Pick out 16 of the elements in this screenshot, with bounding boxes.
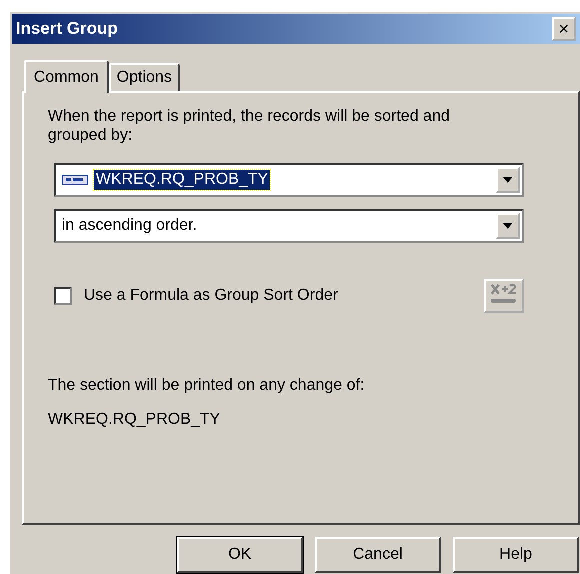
close-button[interactable]: × <box>552 17 576 41</box>
dialog-button[interactable]: Help <box>453 537 579 573</box>
summary-value: WKREQ.RQ_PROB_TY <box>48 411 222 429</box>
dialog-button[interactable]: OK <box>177 537 303 573</box>
formula-button[interactable] <box>484 279 524 313</box>
field-dropdown[interactable]: WKREQ.RQ_PROB_TY <box>54 163 524 197</box>
field-icon <box>62 175 88 185</box>
tab[interactable]: Common <box>24 60 109 93</box>
instruction-text: When the report is printed, the records will be sorted and grouped by: <box>48 107 451 145</box>
dialog-button[interactable]: Cancel <box>315 537 441 573</box>
tab[interactable]: Options <box>108 63 180 91</box>
checkbox-label[interactable]: Use a Formula as Group Sort Order <box>84 287 338 305</box>
order-dropdown[interactable]: in ascending order. <box>54 209 524 243</box>
window-title: Insert Group <box>16 19 118 39</box>
summary-text: The section will be printed on any change of: <box>48 377 366 395</box>
checkbox[interactable] <box>54 287 72 305</box>
